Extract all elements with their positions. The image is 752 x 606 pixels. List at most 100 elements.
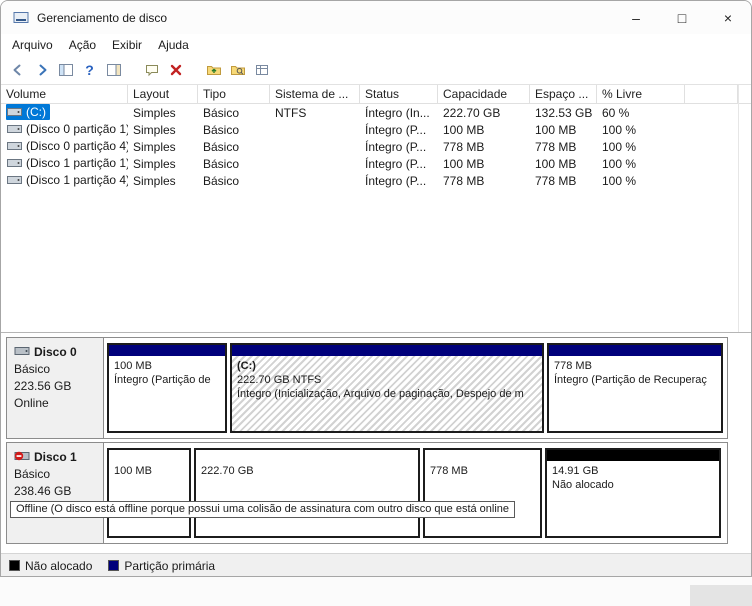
volume-row[interactable]: (Disco 1 partição 4) Simples Básico Ínte… [1, 172, 751, 189]
partition-c[interactable]: (C:) 222.70 GB NTFS Íntegro (Inicializaç… [230, 343, 544, 433]
espaco-cell: 100 MB [535, 156, 577, 171]
partition-size: 222.70 GB [201, 465, 254, 477]
open-folder-button[interactable] [202, 59, 225, 82]
properties-button[interactable] [250, 59, 273, 82]
espaco-cell: 778 MB [535, 173, 577, 188]
disk-kind: Básico [14, 362, 51, 376]
delete-volume-button[interactable] [164, 59, 187, 82]
legend-label: Partição primária [124, 558, 216, 573]
menu-action[interactable]: Ação [61, 36, 104, 54]
explore-folder-button[interactable] [226, 59, 249, 82]
partition-size: 222.70 GB NTFS [237, 374, 322, 386]
disk-offline-icon [14, 449, 30, 465]
volume-cell: (C:) [1, 104, 128, 121]
partition-system[interactable]: 100 MB Íntegro (Partição de [107, 343, 227, 433]
maximize-button[interactable]: □ [659, 1, 705, 34]
legend-primary-partition: Partição primária [108, 559, 215, 573]
column-capacidade[interactable]: Capacidade [438, 85, 530, 103]
disk-kind: Básico [14, 467, 51, 481]
layout-cell: Simples [133, 173, 176, 188]
show-action-pane-button[interactable] [102, 59, 125, 82]
volume-row[interactable]: (Disco 0 partição 1) Simples Básico Ínte… [1, 121, 751, 138]
unallocated-bar [547, 450, 719, 461]
volume-row[interactable]: (Disco 0 partição 4) Simples Básico Ínte… [1, 138, 751, 155]
minimize-button[interactable]: – [613, 1, 659, 34]
fields-grid-icon [255, 65, 268, 75]
help-button[interactable]: ? [78, 59, 101, 82]
partition-2[interactable]: 222.70 GB [194, 448, 420, 538]
close-button[interactable]: × [705, 1, 751, 34]
column-espaco[interactable]: Espaço ... [530, 85, 597, 103]
legend-bar: Não alocado Partição primária [1, 553, 751, 576]
partition-status: Íntegro (Partição de [114, 374, 211, 386]
volume-name: (Disco 0 partição 1) [26, 122, 128, 136]
partition-size: 100 MB [114, 360, 152, 372]
partition-size: 778 MB [430, 465, 468, 477]
background-patch [690, 585, 752, 606]
volume-cell: (Disco 0 partição 1) [1, 121, 128, 138]
partition-recovery[interactable]: 778 MB Íntegro (Partição de Recuperaç [547, 343, 723, 433]
disk-0-panel[interactable]: Disco 0 Básico 223.56 GB Online [7, 338, 104, 438]
volume-cell: (Disco 1 partição 1) [1, 155, 128, 172]
unallocated-space[interactable]: 14.91 GB Não alocado [545, 448, 721, 538]
capacidade-cell: 222.70 GB [443, 105, 501, 120]
layout-cell: Simples [133, 156, 176, 171]
livre-cell: 60 % [602, 105, 630, 120]
livre-cell: 100 % [602, 173, 637, 188]
disk-status: Online [14, 396, 49, 410]
status-cell: Íntegro (P... [365, 173, 427, 188]
volume-cell: (Disco 1 partição 4) [1, 172, 128, 189]
graphical-view-pane: Disco 0 Básico 223.56 GB Online 100 MB Í… [1, 333, 751, 553]
volume-disk-icon [7, 140, 22, 152]
menu-file[interactable]: Arquivo [4, 36, 61, 54]
menu-view[interactable]: Exibir [104, 36, 150, 54]
volume-name: (Disco 1 partição 4) [26, 173, 128, 187]
primary-partition-bar [232, 345, 542, 356]
volume-disk-icon [7, 123, 22, 135]
column-filler [685, 85, 738, 103]
disk-1-row: Disco 1 Básico 238.46 GB 100 MB 222.70 G… [6, 442, 728, 544]
offline-status-tooltip: Offline (O disco está offline porque pos… [10, 501, 516, 518]
window-title: Gerenciamento de disco [37, 10, 168, 25]
partition-status: Não alocado [552, 479, 614, 491]
console-tree-icon [58, 64, 73, 76]
volume-row[interactable]: (Disco 1 partição 1) Simples Básico Ínte… [1, 155, 751, 172]
partition-bar [196, 450, 418, 461]
primary-partition-bar [549, 345, 721, 356]
status-cell: Íntegro (P... [365, 156, 427, 171]
disk-size: 238.46 GB [14, 484, 72, 498]
tipo-cell: Básico [203, 122, 240, 137]
column-livre[interactable]: % Livre [597, 85, 685, 103]
app-icon[interactable] [13, 10, 29, 26]
primary-partition-bar [109, 345, 225, 356]
selected-volume-highlight: (C:) [6, 104, 50, 120]
disk-1-panel[interactable]: Disco 1 Básico 238.46 GB [7, 443, 104, 543]
back-button[interactable] [6, 59, 29, 82]
tipo-cell: Básico [203, 156, 240, 171]
volume-list-header: Volume Layout Tipo Sistema de ... Status… [1, 85, 751, 104]
capacidade-cell: 100 MB [443, 122, 485, 137]
column-tipo[interactable]: Tipo [198, 85, 270, 103]
disk-management-window: Gerenciamento de disco – □ × Arquivo Açã… [0, 0, 752, 577]
forward-arrow-icon [39, 64, 46, 76]
disk-1-partitions: 100 MB 222.70 GB 778 MB 14.91 GB Não alo… [104, 443, 727, 543]
layout-cell: Simples [133, 122, 176, 137]
rescan-disks-button[interactable] [140, 59, 163, 82]
menubar: Arquivo Ação Exibir Ajuda [1, 34, 751, 56]
partition-1[interactable]: 100 MB [107, 448, 191, 538]
menu-help[interactable]: Ajuda [150, 36, 197, 54]
volume-disk-icon [7, 157, 22, 169]
column-layout[interactable]: Layout [128, 85, 198, 103]
show-console-tree-button[interactable] [54, 59, 77, 82]
delete-x-icon [170, 64, 181, 76]
volume-name: (Disco 1 partição 1) [26, 156, 128, 170]
list-right-edge [738, 85, 739, 332]
forward-button[interactable] [30, 59, 53, 82]
partition-3[interactable]: 778 MB [423, 448, 542, 538]
volume-name: (C:) [26, 105, 46, 119]
volume-row-c[interactable]: (C:) Simples Básico NTFS Íntegro (In... … [1, 104, 751, 121]
column-status[interactable]: Status [360, 85, 438, 103]
column-volume[interactable]: Volume [1, 85, 128, 103]
disk-drive-icon [14, 344, 30, 360]
column-sistema[interactable]: Sistema de ... [270, 85, 360, 103]
